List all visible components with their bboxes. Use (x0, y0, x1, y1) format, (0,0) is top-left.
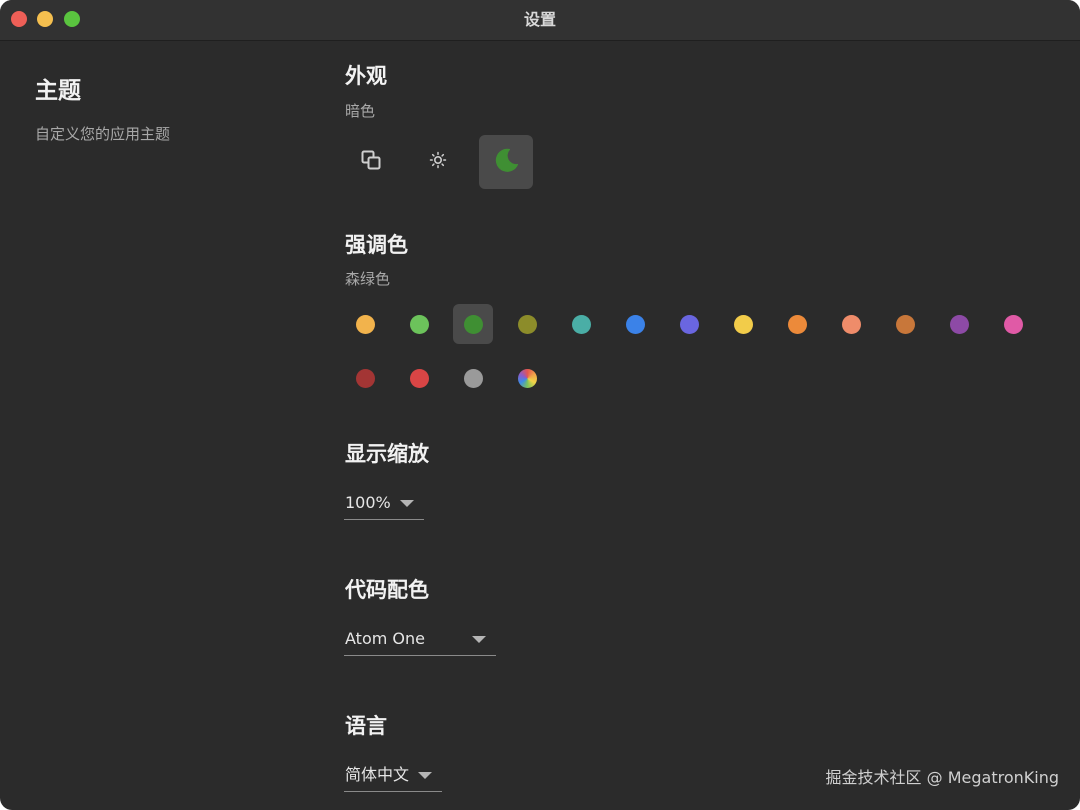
color-dot (949, 314, 969, 334)
accent-swatch[interactable] (561, 304, 601, 344)
accent-swatch[interactable] (615, 304, 655, 344)
title-bar: 设置 (0, 0, 1080, 41)
color-dot (517, 314, 537, 334)
accent-title: 强调色 (345, 233, 408, 257)
appearance-title: 外观 (345, 64, 387, 88)
language-title: 语言 (345, 714, 387, 738)
accent-swatch[interactable] (993, 304, 1033, 344)
chevron-down-icon (400, 500, 414, 507)
color-dot (463, 368, 483, 388)
chevron-down-icon (418, 772, 432, 779)
window-title: 设置 (523, 10, 556, 29)
code-theme-title: 代码配色 (345, 578, 429, 602)
code-theme-select[interactable]: Atom One (344, 625, 496, 656)
system-mode-button[interactable] (344, 135, 398, 189)
zoom-select[interactable]: 100% (344, 489, 424, 520)
zoom-value: 100% (345, 493, 391, 512)
accent-swatch[interactable] (453, 358, 493, 398)
accent-swatch[interactable] (399, 304, 439, 344)
color-dot (463, 314, 483, 334)
accent-swatch[interactable] (885, 304, 925, 344)
color-dot (625, 314, 645, 334)
accent-swatch[interactable] (453, 304, 493, 344)
light-mode-button[interactable] (411, 135, 465, 189)
accent-swatch[interactable] (399, 358, 439, 398)
accent-swatch[interactable] (345, 304, 385, 344)
color-dot (733, 314, 753, 334)
zoom-title: 显示缩放 (345, 442, 429, 466)
accent-swatch[interactable] (345, 358, 385, 398)
accent-swatch[interactable] (723, 304, 763, 344)
color-dot (571, 314, 591, 334)
appearance-current: 暗色 (345, 102, 376, 120)
accent-swatch[interactable] (777, 304, 817, 344)
moon-icon (491, 145, 521, 179)
color-dot (679, 314, 699, 334)
color-dot (787, 314, 807, 334)
color-dot (355, 314, 375, 334)
color-dot (409, 368, 429, 388)
accent-swatch[interactable] (831, 304, 871, 344)
watermark: 掘金技术社区 @ MegatronKing (825, 768, 1059, 787)
system-mode-icon (359, 148, 383, 176)
custom-color-icon (517, 368, 537, 388)
sun-icon (428, 150, 448, 174)
code-theme-value: Atom One (345, 629, 425, 648)
language-value: 简体中文 (345, 765, 410, 784)
color-dot (895, 314, 915, 334)
color-dot (409, 314, 429, 334)
color-dot (841, 314, 861, 334)
accent-current: 森绿色 (345, 270, 391, 288)
accent-swatch[interactable] (507, 304, 547, 344)
sidebar-description: 自定义您的应用主题 (35, 125, 171, 143)
color-dot (1003, 314, 1023, 334)
accent-swatch[interactable] (507, 358, 547, 398)
color-dot (355, 368, 375, 388)
chevron-down-icon (472, 636, 486, 643)
language-select[interactable]: 简体中文 (344, 761, 442, 792)
dark-mode-button[interactable] (479, 135, 533, 189)
settings-window: 设置 主题 自定义您的应用主题 外观 暗色 强调色 森绿色 显示缩放 100% … (0, 0, 1080, 810)
accent-swatch[interactable] (669, 304, 709, 344)
sidebar-title: 主题 (35, 78, 81, 104)
accent-swatch[interactable] (939, 304, 979, 344)
